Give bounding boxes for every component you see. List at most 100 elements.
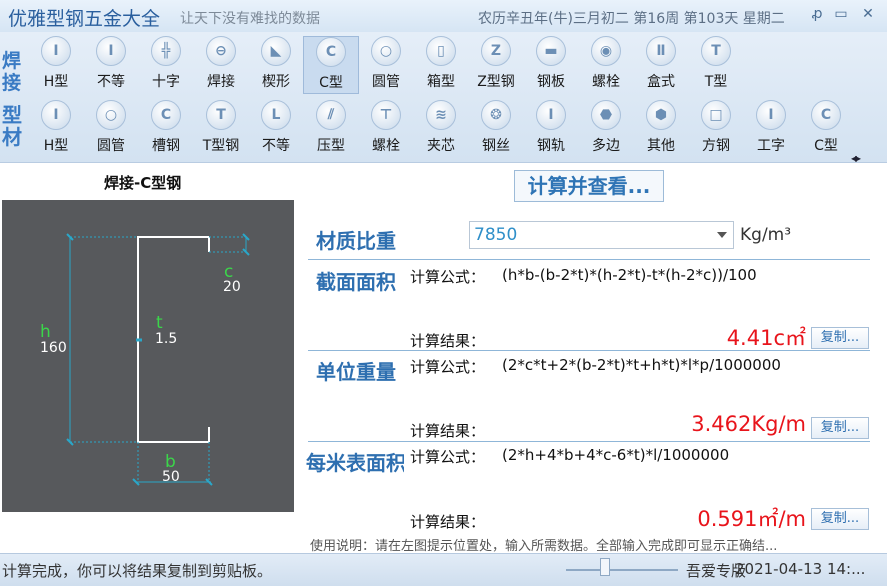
result-label: 计算结果： [410,422,486,440]
polygon-icon: ⬣ [591,100,621,130]
tool-wire[interactable]: ❂ 钢丝 [468,100,524,155]
tool-label: 圆管 [97,138,125,154]
pin-icon[interactable]: ꝓ [808,6,826,22]
copy-area-button[interactable]: 复制... [811,327,869,349]
tool-channel[interactable]: C 槽钢 [138,100,194,155]
tool-rail[interactable]: I 钢轨 [523,100,579,155]
i-beam-icon: I [756,100,786,130]
h-beam-icon: I [41,100,71,130]
wire-icon: ❂ [481,100,511,130]
status-message: 计算完成，你可以将结果复制到剪贴板。 [2,562,273,580]
tool-weld[interactable]: ⊖ 焊接 [193,36,249,91]
close-button[interactable]: ✕ [859,6,877,22]
dim-b-value[interactable]: 50 [162,469,180,485]
tool-label: T型钢 [202,138,240,154]
tool-round-tube[interactable]: ○ 圆管 [358,36,414,91]
cross-icon: ╬ [151,36,181,66]
copy-surface-button[interactable]: 复制... [811,508,869,530]
usage-instructions: 使用说明：请在左图提示位置处，输入所需数据。全部输入完成即可显示正确结... [310,539,778,554]
app-title: 优雅型钢五金大全 [8,8,161,30]
slider-thumb[interactable] [600,558,610,576]
tool-h-beam[interactable]: I H型 [28,100,84,155]
tool-label: 螺栓 [372,138,400,154]
title-bar: 优雅型钢五金大全 让天下没有难找的数据 农历辛丑年(牛)三月初二 第16周 第1… [0,0,887,32]
divider [308,259,870,260]
tool-label: 焊接 [207,74,235,90]
tool-i-beam[interactable]: I 工字 [743,100,799,155]
tool-label: 圆管 [372,74,400,90]
tool-square-steel[interactable]: □ 方钢 [688,100,744,155]
tool-label: C型 [319,75,343,91]
tool-round-tube[interactable]: ○ 圆管 [83,100,139,155]
c-channel-icon: C [316,37,346,67]
tool-label: 十字 [152,74,180,90]
tool-sandwich[interactable]: ≋ 夹芯 [413,100,469,155]
unequal-angle-icon: L [261,100,291,130]
density-unit: Kg/m³ [740,225,792,245]
tool-label: 不等 [262,138,290,154]
dim-t-name: t [156,313,163,333]
weight-formula: (2*c*t+2*(b-2*t)*t+h*t)*l*p/1000000 [502,356,781,374]
weld-icon: ⊖ [206,36,236,66]
section-area-title: 截面面积 [316,270,396,294]
result-label: 计算结果： [410,332,486,350]
tool-cross[interactable]: ╬ 十字 [138,36,194,91]
copy-weight-button[interactable]: 复制... [811,417,869,439]
formula-label: 计算公式： [410,448,486,466]
t-steel-icon: T [206,100,236,130]
tool-c-channel[interactable]: C C型 [303,36,359,94]
tool-z-steel[interactable]: Z Z型钢 [468,36,524,91]
tool-label: H型 [43,74,69,90]
c-channel-drawing: h 160 t 1.5 c 20 b 50 [40,233,250,486]
tool-t-shape[interactable]: T T型 [688,36,744,91]
tool-label: 钢丝 [482,138,510,154]
tool-bolt[interactable]: ◉ 螺栓 [578,36,634,91]
tool-unequal-angle[interactable]: L 不等 [248,100,304,155]
tool-label: 钢板 [537,74,565,90]
slogan: 让天下没有难找的数据 [180,11,320,27]
tool-h-beam[interactable]: I H型 [28,36,84,91]
tool-bolt[interactable]: ⊤ 螺栓 [358,100,414,155]
minimize-button[interactable]: ▭ [832,6,850,22]
tool-wedge[interactable]: ◣ 楔形 [248,36,304,91]
divider [308,350,870,351]
tool-c-shape[interactable]: C C型 [798,100,854,155]
tool-label: T型 [704,74,728,90]
area-formula: (h*b-(b-2*t)*(h-2*t)-t*(h-2*c))/100 [502,266,757,284]
rail-icon: I [536,100,566,130]
tool-profiled[interactable]: ⫽ 压型 [303,100,359,155]
density-label: 材质比重 [316,229,396,253]
t-shape-icon: T [701,36,731,66]
tool-t-steel[interactable]: T T型钢 [193,100,249,155]
h-beam-icon: I [41,36,71,66]
tool-box[interactable]: ▯ 箱型 [413,36,469,91]
opacity-slider[interactable] [566,569,678,571]
datetime-label: 2021-04-13 14:... [735,560,866,578]
round-tube-icon: ○ [96,100,126,130]
box-type-icon: Ⅱ [646,36,676,66]
tool-label: 多边 [592,138,620,154]
round-tube-icon: ○ [371,36,401,66]
tool-polygon[interactable]: ⬣ 多边 [578,100,634,155]
tool-steel-plate[interactable]: ▬ 钢板 [523,36,579,91]
dim-t-value[interactable]: 1.5 [155,331,177,347]
tool-unequal[interactable]: I 不等 [83,36,139,91]
tool-label: 不等 [97,74,125,90]
dim-c-value[interactable]: 20 [223,279,241,295]
group-label-weld: 焊接 [2,50,22,94]
calculate-button[interactable]: 计算并查看... [514,170,664,202]
tool-other[interactable]: ⬢ 其他 [633,100,689,155]
dim-h-value[interactable]: 160 [40,340,67,356]
density-select[interactable]: 7850 [469,221,734,249]
group-label-profile: 型材 [2,103,22,149]
area-result: 4.41c㎡ [726,326,806,350]
tool-label: 钢轨 [537,138,565,154]
shape-toolbar: 焊接 型材 I H型 I 不等 ╬ 十字 ⊖ 焊接 ◣ 楔形 C C型 ○ 圆管 ▯ 箱型 Z Z型钢 ▬ 钢板 ◉ 螺栓… [0,32,887,165]
c-shape-icon: C [811,100,841,130]
tool-box-type[interactable]: Ⅱ 盒式 [633,36,689,91]
section-surface-title: 每米表面积 [306,451,404,475]
square-steel-icon: □ [701,100,731,130]
chevron-down-icon[interactable] [717,232,727,238]
diagram-title: 焊接-C型钢 [104,174,182,192]
formula-label: 计算公式： [410,268,486,286]
